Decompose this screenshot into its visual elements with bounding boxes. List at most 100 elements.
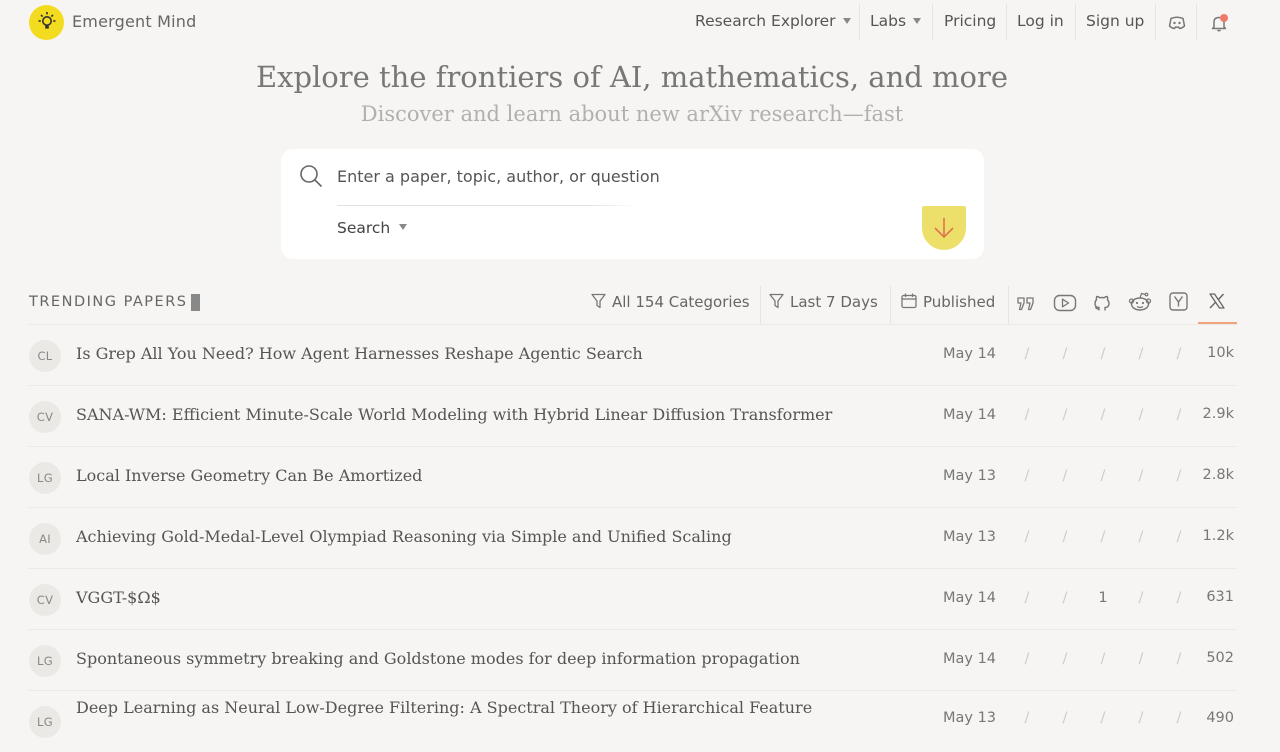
paper-date: May 14 <box>943 407 997 423</box>
page-title: Explore the frontiers of AI, mathematics… <box>255 60 1009 94</box>
x-count: 490 <box>1206 710 1234 726</box>
nav-labs-label: Labs <box>870 12 907 30</box>
page-subtitle: Discover and learn about new arXiv resea… <box>360 102 904 126</box>
paper-date: May 13 <box>943 710 997 726</box>
paper-title[interactable]: Achieving Gold-Medal-Level Olympiad Reas… <box>76 527 732 546</box>
hackernews-count: / <box>1176 590 1182 606</box>
github-count: / <box>1100 529 1106 545</box>
github-count: 1 <box>1098 590 1108 606</box>
nav-divider <box>1075 4 1076 40</box>
x-icon[interactable] <box>1208 292 1226 314</box>
nav-signup[interactable]: Sign up <box>1086 12 1144 30</box>
period-filter[interactable]: Last 7 Days <box>769 293 878 311</box>
nav-login[interactable]: Log in <box>1017 12 1064 30</box>
x-count: 1.2k <box>1202 528 1234 544</box>
top-navigation: Emergent Mind Research Explorer Labs Pri… <box>0 0 1280 46</box>
reddit-count: / <box>1138 468 1144 484</box>
category-filter[interactable]: All 154 Categories <box>591 293 750 311</box>
sort-filter-label: Published <box>923 293 996 311</box>
citations-count: / <box>1024 651 1030 667</box>
youtube-icon[interactable] <box>1053 294 1077 316</box>
paper-title[interactable]: VGGT-$Ω$ <box>76 588 161 607</box>
paper-title[interactable]: Deep Learning as Neural Low-Degree Filte… <box>76 698 812 717</box>
discord-icon[interactable] <box>1167 13 1187 37</box>
citations-count: / <box>1024 407 1030 423</box>
hackernews-count: / <box>1176 529 1182 545</box>
citations-count: / <box>1024 529 1030 545</box>
search-mode-select[interactable]: Search <box>337 219 408 237</box>
x-count: 631 <box>1206 589 1234 605</box>
paper-row[interactable]: AI Achieving Gold-Medal-Level Olympiad R… <box>0 508 1280 569</box>
filter-divider <box>890 286 891 324</box>
nav-labs[interactable]: Labs <box>870 12 922 30</box>
category-badge[interactable]: LG <box>29 462 61 494</box>
paper-row[interactable]: CL Is Grep All You Need? How Agent Harne… <box>0 325 1280 386</box>
reddit-count: / <box>1138 651 1144 667</box>
reddit-count: / <box>1138 407 1144 423</box>
github-count: / <box>1100 346 1106 362</box>
logo-lightbulb-icon[interactable] <box>29 5 64 40</box>
nav-divider <box>1006 4 1007 40</box>
citations-count: / <box>1024 590 1030 606</box>
paper-title[interactable]: Local Inverse Geometry Can Be Amortized <box>76 466 422 485</box>
x-count: 10k <box>1207 345 1234 361</box>
github-count: / <box>1100 710 1106 726</box>
nav-pricing[interactable]: Pricing <box>944 12 996 30</box>
notification-badge <box>1220 14 1228 22</box>
youtube-count: / <box>1062 529 1068 545</box>
paper-row[interactable]: LG Local Inverse Geometry Can Be Amortiz… <box>0 447 1280 508</box>
hackernews-count: / <box>1176 651 1182 667</box>
youtube-count: / <box>1062 346 1068 362</box>
filter-divider <box>1008 286 1009 324</box>
nav-divider <box>1155 4 1156 40</box>
paper-title[interactable]: Spontaneous symmetry breaking and Goldst… <box>76 649 800 668</box>
youtube-count: / <box>1062 407 1068 423</box>
paper-date: May 14 <box>943 651 997 667</box>
hackernews-count: / <box>1176 346 1182 362</box>
x-count: 2.8k <box>1202 467 1234 483</box>
nav-divider <box>1196 4 1197 40</box>
text-cursor <box>191 294 200 311</box>
category-badge[interactable]: LG <box>29 706 61 738</box>
reddit-count: / <box>1138 346 1144 362</box>
filter-icon <box>591 293 606 309</box>
category-badge[interactable]: AI <box>29 523 61 555</box>
category-badge[interactable]: CL <box>29 340 61 372</box>
category-badge[interactable]: LG <box>29 645 61 677</box>
nav-divider <box>859 4 860 40</box>
github-count: / <box>1100 468 1106 484</box>
youtube-count: / <box>1062 468 1068 484</box>
paper-date: May 14 <box>943 346 997 362</box>
hackernews-icon[interactable] <box>1169 292 1188 315</box>
chevron-down-icon <box>842 18 851 24</box>
brand-name[interactable]: Emergent Mind <box>72 12 196 31</box>
category-badge[interactable]: CV <box>29 401 61 433</box>
category-filter-label: All 154 Categories <box>612 293 750 311</box>
paper-title[interactable]: SANA-WM: Efficient Minute-Scale World Mo… <box>76 405 832 424</box>
search-icon <box>299 164 323 192</box>
github-count: / <box>1100 407 1106 423</box>
citations-count: / <box>1024 710 1030 726</box>
citations-count: / <box>1024 346 1030 362</box>
caret-down-icon <box>399 224 408 230</box>
arrow-down-icon <box>934 218 954 239</box>
paper-row[interactable]: CV SANA-WM: Efficient Minute-Scale World… <box>0 386 1280 447</box>
paper-row[interactable]: LG Spontaneous symmetry breaking and Gol… <box>0 630 1280 691</box>
nav-research-explorer[interactable]: Research Explorer <box>695 12 851 30</box>
reddit-icon[interactable] <box>1128 292 1152 316</box>
chevron-down-icon <box>913 18 922 24</box>
github-icon[interactable] <box>1092 292 1112 316</box>
youtube-count: / <box>1062 651 1068 667</box>
paper-date: May 13 <box>943 468 997 484</box>
search-input[interactable] <box>337 163 897 189</box>
paper-row[interactable]: CV VGGT-$Ω$ May 14 / / 1 / / 631 <box>0 569 1280 630</box>
paper-row[interactable]: LG Deep Learning as Neural Low-Degree Fi… <box>0 691 1280 752</box>
category-badge[interactable]: CV <box>29 584 61 616</box>
quote-icon[interactable] <box>1017 296 1035 315</box>
nav-divider <box>932 4 933 40</box>
search-submit-button[interactable] <box>922 206 966 250</box>
paper-title[interactable]: Is Grep All You Need? How Agent Harnesse… <box>76 344 643 363</box>
nav-research-explorer-label: Research Explorer <box>695 12 836 30</box>
youtube-count: / <box>1062 590 1068 606</box>
sort-filter[interactable]: Published <box>901 293 995 311</box>
